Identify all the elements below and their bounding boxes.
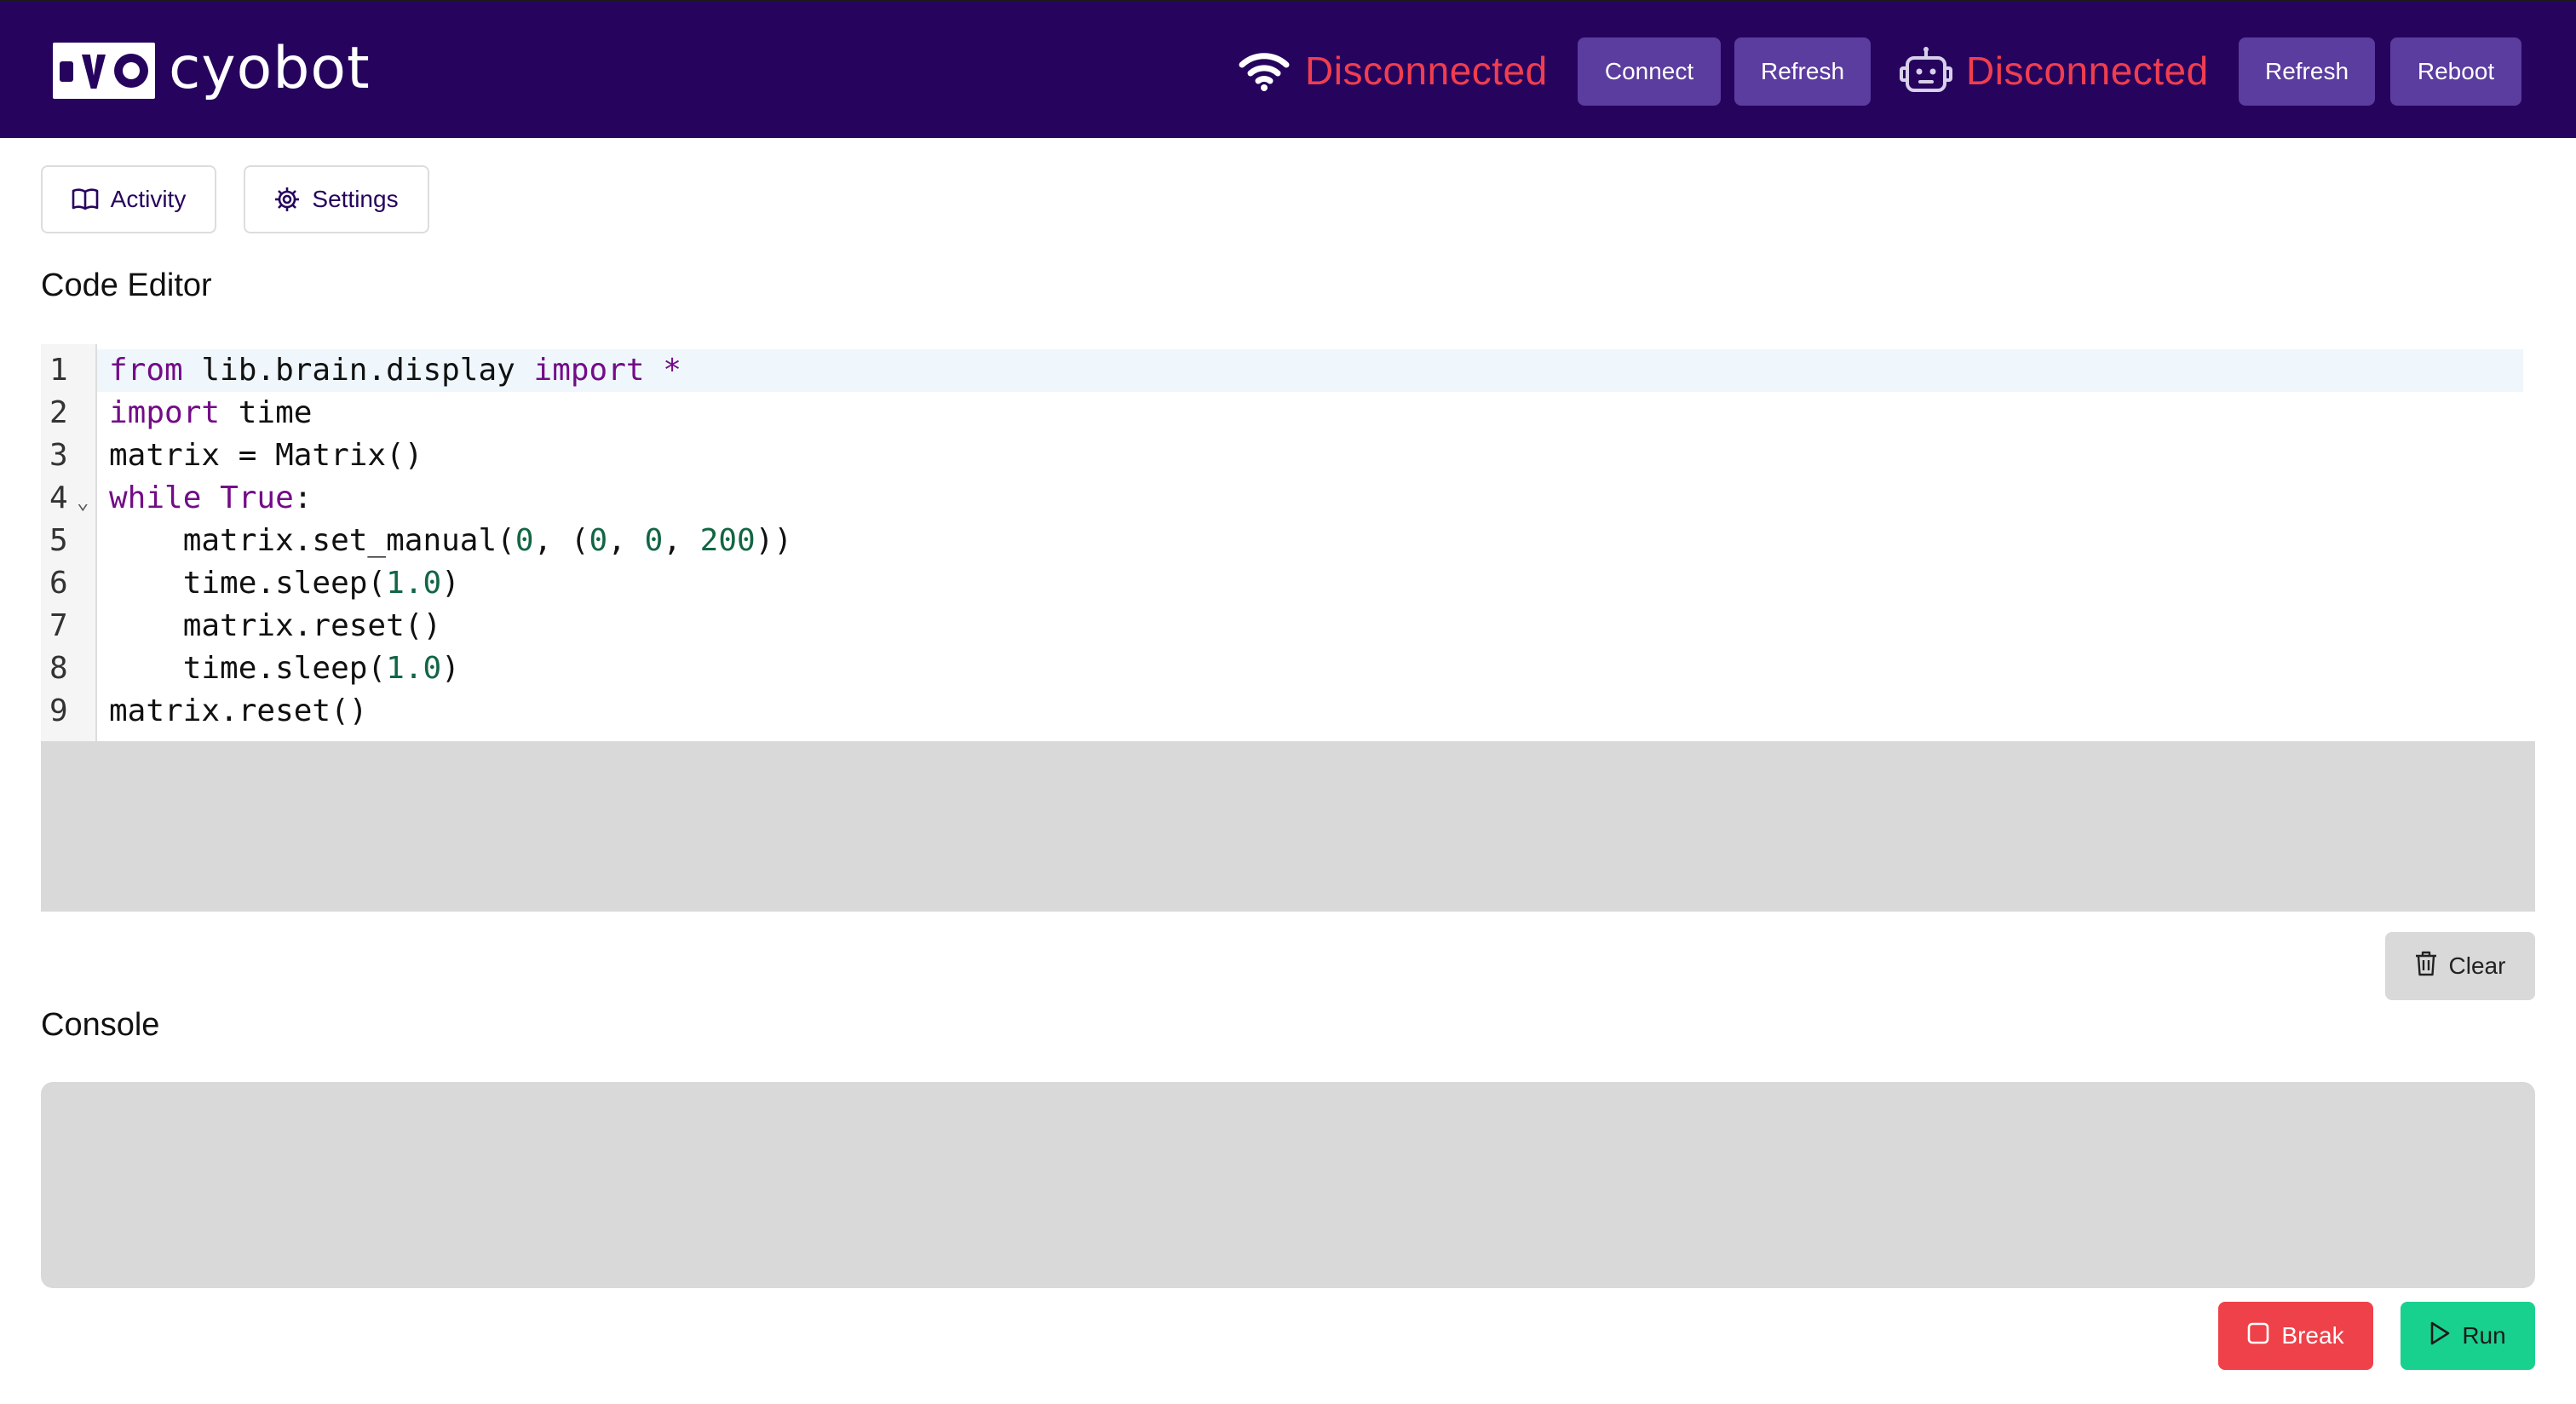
line-number: 3 xyxy=(49,438,68,473)
run-button[interactable]: Run xyxy=(2401,1302,2535,1370)
book-icon xyxy=(72,187,99,211)
line-number: 7 xyxy=(49,608,68,643)
break-button-label: Break xyxy=(2281,1322,2344,1349)
robot-icon xyxy=(1900,46,1952,95)
clear-button-label: Clear xyxy=(2448,952,2506,979)
trash-icon xyxy=(2415,951,2437,982)
gear-icon xyxy=(274,187,300,212)
code-line[interactable]: while True: xyxy=(109,477,2535,520)
code-line[interactable]: matrix = Matrix() xyxy=(109,434,2535,477)
robot-status-text: Disconnected xyxy=(1966,49,2209,93)
refresh-connection-button[interactable]: Refresh xyxy=(1734,37,1871,106)
code-editor-title: Code Editor xyxy=(41,268,212,303)
settings-tab[interactable]: Settings xyxy=(244,165,429,233)
settings-tab-label: Settings xyxy=(312,186,399,212)
line-number: 9 xyxy=(49,693,68,728)
wifi-icon xyxy=(1239,49,1290,92)
code-line[interactable]: matrix.reset() xyxy=(109,605,2535,647)
code-line[interactable]: time.sleep(1.0) xyxy=(109,562,2535,605)
code-line[interactable]: matrix.set_manual(0, (0, 0, 200)) xyxy=(109,520,2535,562)
line-number-gutter: 1 2 3 4 ⌄ 5 6 7 8 9 xyxy=(41,344,97,741)
line-number: 2 xyxy=(49,395,68,430)
wifi-status-text: Disconnected xyxy=(1305,49,1548,93)
break-button[interactable]: Break xyxy=(2218,1302,2373,1370)
code-line[interactable]: time.sleep(1.0) xyxy=(109,647,2535,690)
line-number: 4 xyxy=(49,480,68,515)
run-button-label: Run xyxy=(2462,1322,2506,1349)
line-number: 5 xyxy=(49,523,68,558)
top-bar: cyobot Disconnected Connect Refresh Disc… xyxy=(0,0,2576,138)
activity-tab-label: Activity xyxy=(110,186,187,212)
line-number: 8 xyxy=(49,651,68,686)
editor-empty-area[interactable] xyxy=(41,741,2535,912)
code-editor[interactable]: 1 2 3 4 ⌄ 5 6 7 8 9 from lib.brain.displ… xyxy=(41,344,2535,741)
fold-chevron-icon[interactable]: ⌄ xyxy=(77,480,89,523)
activity-tab[interactable]: Activity xyxy=(41,165,216,233)
connect-button[interactable]: Connect xyxy=(1578,37,1721,106)
clear-button[interactable]: Clear xyxy=(2385,932,2535,1000)
line-number: 6 xyxy=(49,566,68,601)
code-line[interactable]: import time xyxy=(109,392,2535,434)
refresh-robot-button[interactable]: Refresh xyxy=(2239,37,2375,106)
code-line[interactable]: matrix.reset() xyxy=(109,690,2535,733)
code-line[interactable]: from lib.brain.display import * xyxy=(97,349,2523,392)
line-number: 1 xyxy=(49,353,68,388)
reboot-button[interactable]: Reboot xyxy=(2390,37,2521,106)
cyobot-logo-icon xyxy=(53,43,155,99)
brand-name: cyobot xyxy=(169,35,371,102)
console-output[interactable] xyxy=(41,1082,2535,1288)
console-title: Console xyxy=(41,1007,160,1043)
play-icon xyxy=(2429,1321,2450,1351)
square-icon xyxy=(2247,1322,2269,1350)
